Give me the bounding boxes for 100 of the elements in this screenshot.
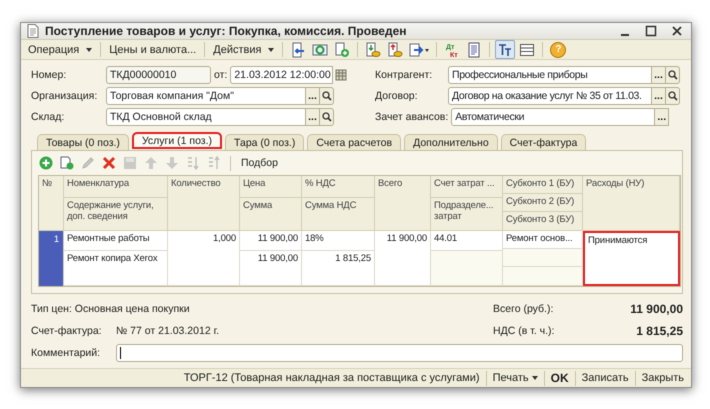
search-button[interactable] [666, 86, 680, 104]
up-arrow-icon [144, 156, 158, 170]
table-cell: 11 900,00 [240, 251, 302, 286]
tab[interactable]: Счет-фактура [500, 134, 586, 150]
choose-button[interactable]: ... [652, 66, 666, 84]
add-button[interactable] [38, 155, 54, 171]
add-icon [39, 156, 53, 170]
select-field[interactable]: Автоматически [451, 108, 656, 126]
delete-icon [102, 156, 116, 170]
footer-button[interactable]: Закрыть [638, 369, 687, 387]
column-header[interactable]: Цена [240, 176, 302, 198]
copy-button[interactable] [59, 155, 75, 171]
column-header[interactable]: % НДС [302, 176, 375, 198]
column-header[interactable]: Всего [375, 176, 431, 231]
tab[interactable]: Товары (0 поз.) [37, 134, 129, 150]
column-header[interactable]: Субконто 2 (БУ) [503, 194, 583, 212]
save-icon [123, 156, 137, 170]
search-button[interactable] [320, 86, 334, 104]
document-arrow-icon [408, 42, 430, 58]
date-field[interactable]: 21.03.2012 12:00:00 [230, 66, 334, 84]
total-value: 11 900,00 [629, 302, 683, 316]
tab[interactable]: Тара (0 поз.) [225, 134, 304, 150]
search-icon [668, 70, 678, 80]
table-cell: 11 900,00 [240, 231, 302, 251]
toolbar-menu[interactable]: Действия [210, 40, 278, 58]
vat-value: 1 815,25 [635, 324, 683, 338]
search-button[interactable] [320, 108, 334, 126]
search-icon [322, 90, 332, 100]
column-header[interactable]: № [39, 176, 64, 231]
comment-field[interactable] [116, 344, 683, 362]
column-header[interactable]: Сумма [240, 198, 302, 231]
choose-button[interactable]: ... [306, 86, 320, 104]
text-format-icon [497, 42, 514, 58]
column-header[interactable]: Расходы (НУ) [583, 176, 680, 231]
field-label: Договор: [375, 90, 419, 102]
table-cell: Ремонтные работы [64, 231, 168, 251]
column-header[interactable]: Номенклатура [64, 176, 168, 198]
calendar-icon[interactable] [335, 68, 348, 80]
print-form-link[interactable]: ТОРГ-12 (Товарная накладная за поставщика с услугами) [180, 369, 483, 387]
comment-label: Комментарий: [31, 347, 102, 359]
field-label: Склад: [31, 110, 66, 122]
search-button[interactable] [666, 66, 680, 84]
column-header[interactable]: Подразделе... затрат [431, 198, 503, 231]
vat-label: НДС (в т. ч.): [493, 325, 556, 337]
close-icon[interactable] [671, 25, 683, 37]
column-header[interactable]: Сумма НДС [302, 198, 375, 231]
total-label: Всего (руб.): [493, 303, 554, 315]
field-label: Контрагент: [375, 68, 434, 80]
down-arrow-icon [165, 156, 179, 170]
document-add-icon [334, 42, 350, 58]
report-icon [466, 42, 482, 58]
list-icon [519, 42, 536, 58]
row-number-cell[interactable]: 1 [39, 231, 64, 286]
field-label: от: [214, 68, 228, 80]
document-coins-icon [387, 42, 404, 58]
table-cell: Принимаются [583, 231, 680, 286]
select-field[interactable]: Договор на оказание услуг № 35 от 11.03. [448, 86, 652, 104]
field-label: Организация: [31, 90, 98, 102]
window-title: Поступление товаров и услуг: Покупка, комиссия. Проведен [45, 24, 406, 38]
select-field[interactable]: ТКД Основной склад [106, 108, 306, 126]
search-icon [322, 112, 332, 122]
footer-button[interactable]: OK [548, 369, 572, 387]
select-field[interactable]: Профессиональные приборы [448, 66, 652, 84]
refresh-icon [312, 42, 328, 58]
table-cell: 1 815,25 [302, 251, 375, 286]
select-field[interactable]: Торговая компания "Дом" [106, 86, 306, 104]
footer-button[interactable]: Записать [578, 369, 632, 387]
tab[interactable]: Дополнительно [404, 134, 498, 150]
table-cell: 1,000 [168, 231, 240, 286]
caret-icon [532, 376, 538, 380]
pencil-icon [81, 156, 95, 170]
tab[interactable]: Счета расчетов [307, 134, 402, 150]
sort-icon [207, 156, 221, 170]
empty-table-cell [431, 251, 503, 286]
choose-button[interactable]: ... [655, 108, 670, 126]
column-header[interactable]: Содержание услуги, доп. сведения [64, 198, 168, 231]
toolbar-menu[interactable]: Операция [25, 40, 96, 58]
choose-button[interactable]: ... [652, 86, 666, 104]
delete-button[interactable] [101, 155, 117, 171]
column-header[interactable]: Субконто 3 (БУ) [503, 212, 583, 231]
document-arrow-icon [290, 42, 306, 58]
column-header[interactable]: Счет затрат ... [431, 176, 503, 198]
price-type-text: Тип цен: Основная цена покупки [31, 303, 190, 315]
toolbar-button[interactable] [495, 40, 516, 59]
invoice-link[interactable]: № 77 от 21.03.2012 г. [116, 325, 220, 337]
tab[interactable]: Услуги (1 поз.) [132, 132, 222, 149]
pick-button[interactable]: Подбор [239, 157, 280, 169]
invoice-label: Счет-фактура: [31, 325, 103, 337]
field-label: Номер: [31, 68, 68, 80]
column-header[interactable]: Количество [168, 176, 240, 231]
maximize-icon[interactable] [645, 25, 657, 37]
search-icon [668, 90, 678, 100]
caret-icon [86, 48, 92, 52]
document-coins-icon [365, 42, 382, 58]
caret-icon [268, 48, 274, 52]
toolbar-menu[interactable]: Цены и валюта... [106, 40, 200, 58]
choose-button[interactable]: ... [306, 108, 320, 126]
column-header[interactable]: Субконто 1 (БУ) [503, 176, 583, 194]
footer-button[interactable]: Печать [490, 369, 541, 387]
number-field[interactable]: ТКД00000010 [106, 66, 211, 84]
